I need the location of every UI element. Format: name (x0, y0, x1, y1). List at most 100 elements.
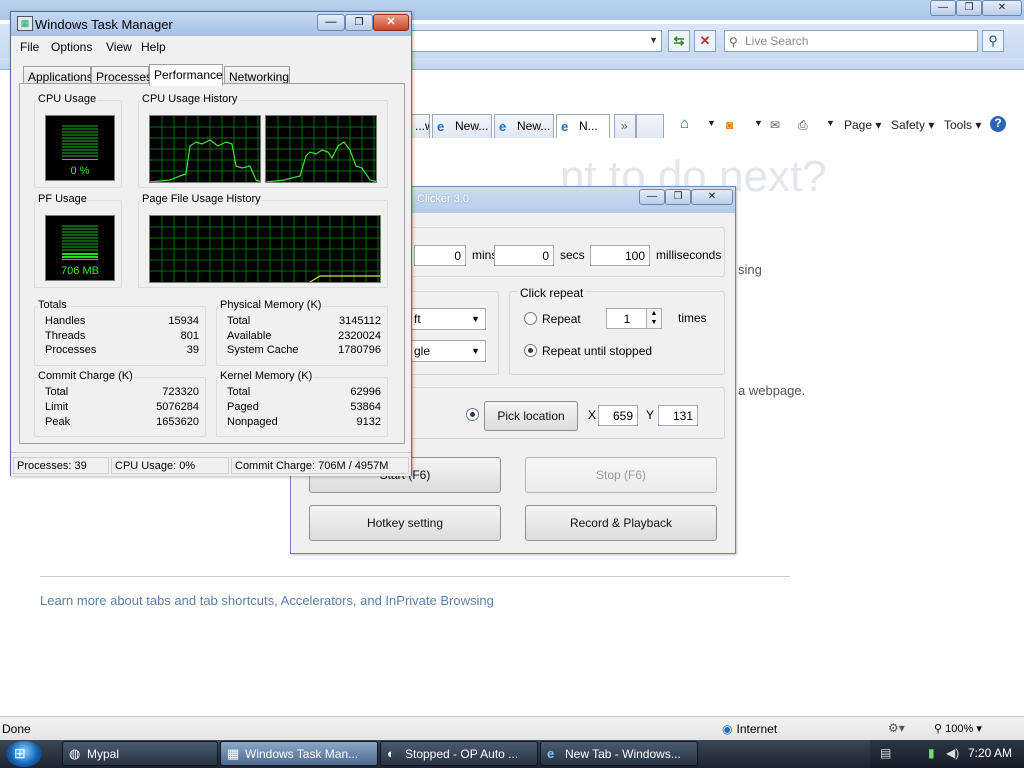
physical-total-value: 3145112 (338, 315, 381, 327)
ie-minimize-button[interactable]: — (930, 0, 956, 16)
page-file-history-graph (149, 215, 381, 283)
clock[interactable]: 7:20 AM (968, 746, 1012, 760)
chevron-down-icon[interactable]: ▼ (754, 118, 763, 128)
record-playback-button[interactable]: Record & Playback (525, 505, 717, 541)
print-icon[interactable]: ⎙ (798, 118, 808, 133)
kernel-memory-title: Kernel Memory (K) (219, 370, 314, 382)
cpu-usage-group: CPU Usage 0 % (34, 93, 122, 188)
ie-maximize-button[interactable]: ❐ (956, 0, 982, 16)
processes-value: 39 (186, 344, 199, 356)
repeat-times-input[interactable]: 1 (606, 308, 648, 329)
ie-tab-list-button[interactable]: » (614, 114, 636, 138)
zoom-level[interactable]: ⚲ 100% ▾ (934, 722, 982, 735)
globe-icon: ◉ (722, 722, 733, 736)
pick-location-button[interactable]: Pick location (484, 401, 578, 431)
kernel-total-label: Total (227, 386, 251, 398)
cpu-usage-history-title: CPU Usage History (141, 93, 239, 105)
search-input[interactable]: ⚲ Live Search (724, 30, 978, 52)
taskbar-button-mypal[interactable]: ◍ Mypal (62, 741, 218, 766)
menu-help[interactable]: Help (141, 40, 166, 54)
search-placeholder: Live Search (745, 34, 809, 48)
status-processes: Processes: 39 (13, 457, 109, 474)
safety-menu[interactable]: Safety ▾ (891, 118, 934, 132)
milliseconds-input[interactable]: 100 (590, 245, 650, 266)
clicker-minimize-button[interactable]: — (639, 189, 665, 205)
ie-tab-2[interactable]: e New... (432, 114, 492, 138)
ie-new-tab-button[interactable] (636, 114, 664, 138)
clicker-maximize-button[interactable]: ❐ (665, 189, 691, 205)
taskbar-button-ie[interactable]: e New Tab - Windows... (540, 741, 698, 766)
status-cpu-usage: CPU Usage: 0% (111, 457, 229, 474)
hotkey-setting-button[interactable]: Hotkey setting (309, 505, 501, 541)
divider (40, 576, 790, 577)
click-type-select[interactable]: gle ▼ (410, 340, 486, 362)
task-manager-title-bar: ▦ Windows Task Manager — ❐ ✕ (11, 12, 411, 36)
ie-tab-4[interactable]: e N... (556, 114, 610, 138)
page-file-history-group: Page File Usage History (138, 193, 388, 288)
ie-icon: e (547, 746, 555, 761)
kernel-paged-label: Paged (227, 401, 259, 413)
commit-limit-value: 5076284 (156, 401, 199, 413)
ie-address-field[interactable]: ▼ (410, 30, 662, 52)
kernel-memory-group: Kernel Memory (K) Total 62996 Paged 5386… (216, 370, 388, 437)
protected-mode-icon[interactable]: ⚙▾ (888, 721, 905, 735)
secs-input[interactable]: 0 (494, 245, 554, 266)
close-button[interactable]: ✕ (373, 14, 409, 31)
volume-icon[interactable]: ◀) (946, 746, 959, 760)
chevron-down-icon[interactable]: ▼ (826, 118, 835, 128)
keyboard-icon[interactable]: ▤ (880, 746, 891, 760)
taskbar-button-task-manager[interactable]: ▦ Windows Task Man... (220, 741, 378, 766)
mins-input[interactable]: 0 (414, 245, 466, 266)
chevron-down-icon[interactable]: ▼ (649, 35, 658, 45)
security-zone[interactable]: ◉ Internet (722, 722, 777, 736)
refresh-icon[interactable]: ⇆ (668, 30, 690, 52)
threads-value: 801 (180, 330, 199, 342)
menu-view[interactable]: View (106, 40, 132, 54)
pick-location-radio[interactable] (466, 408, 479, 421)
tools-menu[interactable]: Tools ▾ (944, 118, 981, 132)
learn-more-link[interactable]: Learn more about tabs and tab shortcuts,… (40, 593, 494, 608)
repeat-times-stepper[interactable]: ▲ ▼ (646, 308, 662, 329)
commit-total-value: 723320 (162, 386, 199, 398)
mail-icon[interactable]: ✉ (770, 118, 780, 132)
repeat-until-stopped-radio[interactable] (524, 344, 537, 357)
y-coordinate-input[interactable]: 131 (658, 405, 698, 426)
repeat-radio[interactable] (524, 312, 537, 325)
commit-charge-group: Commit Charge (K) Total 723320 Limit 507… (34, 370, 206, 437)
taskbar-button-auto-clicker[interactable]: ◐ Stopped - OP Auto ... (380, 741, 538, 766)
page-menu[interactable]: Page ▾ (844, 118, 881, 132)
menu-file[interactable]: File (20, 40, 39, 54)
milliseconds-label: milliseconds (656, 248, 722, 262)
ie-tab-3[interactable]: e New... (494, 114, 554, 138)
performance-page: CPU Usage 0 % CPU Usage History PF Usage… (19, 83, 405, 444)
network-icon[interactable]: ▮ (928, 746, 935, 760)
chevron-down-icon[interactable]: ▼ (707, 118, 716, 128)
minimize-button[interactable]: — (317, 14, 345, 31)
start-button[interactable]: ⊞ (6, 741, 42, 767)
tab-performance[interactable]: Performance (149, 64, 223, 86)
ie-close-button[interactable]: ✕ (982, 0, 1022, 16)
totals-title: Totals (37, 299, 68, 311)
ie-tab-1[interactable]: ...w... (410, 114, 430, 138)
cpu-history-graph-core-2 (265, 115, 377, 183)
help-icon[interactable]: ? (990, 116, 1006, 132)
repeat-label: Repeat (542, 312, 581, 326)
x-coordinate-input[interactable]: 659 (598, 405, 638, 426)
stop-icon[interactable]: ✕ (694, 30, 716, 52)
new-tab-text-1: sing (738, 262, 762, 277)
search-go-button[interactable]: ⚲ (982, 30, 1004, 52)
menu-bar: File Options View Help (11, 37, 411, 57)
rss-feed-icon[interactable]: ◙ (726, 118, 733, 132)
stop-button[interactable]: Stop (F6) (525, 457, 717, 493)
home-icon[interactable]: ⌂ (680, 115, 689, 132)
commit-limit-label: Limit (45, 401, 69, 413)
pf-usage-meter: 706 MB (45, 215, 115, 281)
mypal-icon: ◍ (69, 746, 81, 761)
maximize-button[interactable]: ❐ (345, 14, 373, 31)
menu-options[interactable]: Options (51, 40, 92, 54)
mouse-button-select[interactable]: ft ▼ (410, 308, 486, 330)
ie-status-bar: Done ◉ Internet ⚙▾ ⚲ 100% ▾ (0, 716, 1024, 740)
task-manager-status-bar: Processes: 39 CPU Usage: 0% Commit Charg… (11, 452, 411, 476)
cpu-usage-value: 0 % (70, 165, 90, 177)
clicker-close-button[interactable]: ✕ (691, 189, 733, 205)
